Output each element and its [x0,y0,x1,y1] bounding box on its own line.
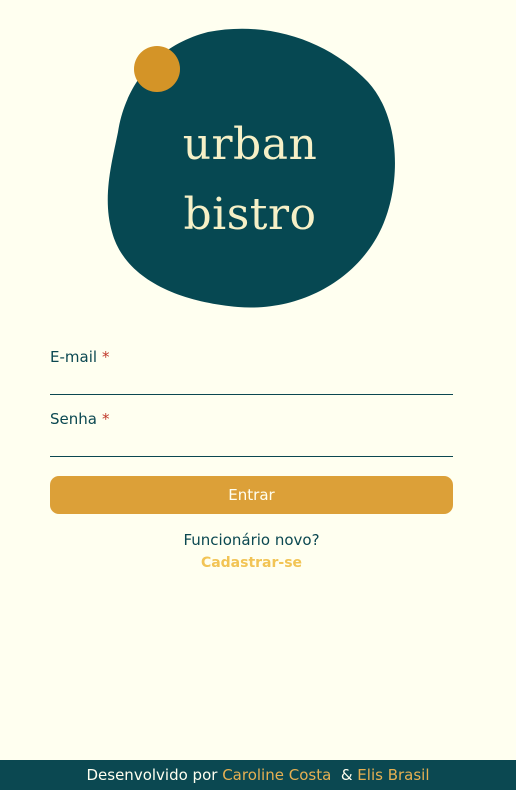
footer: Desenvolvido por Caroline Costa & Elis B… [0,760,516,790]
email-label: E-mail * [50,348,110,366]
brand-logo: urban bistro [100,22,400,314]
footer-prefix: Desenvolvido por [86,766,218,784]
logo-text-urban: urban [182,119,318,170]
email-required-marker: * [102,348,110,366]
email-field[interactable] [50,368,453,395]
password-required-marker: * [101,410,110,428]
footer-separator: & [340,766,353,784]
email-label-text: E-mail [50,348,98,366]
new-employee-prompt: Funcionário novo? [183,531,320,549]
footer-author-1-link[interactable]: Caroline Costa [222,766,331,784]
logo-text-bistro: bistro [183,189,317,240]
password-field[interactable] [50,430,453,457]
footer-author-2-link[interactable]: Elis Brasil [357,766,429,784]
password-label-text: Senha [50,410,97,428]
logo-dot [134,46,180,92]
login-button[interactable]: Entrar [50,476,453,514]
password-label: Senha * [50,410,109,428]
signup-link[interactable]: Cadastrar-se [50,555,453,571]
